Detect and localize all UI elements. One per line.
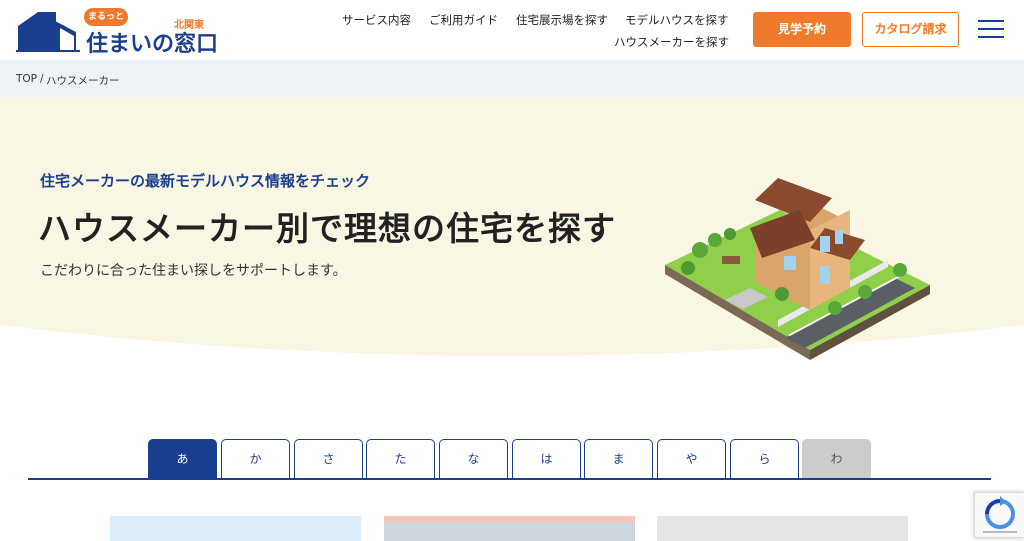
nav-guide[interactable]: ご利用ガイド	[429, 12, 498, 28]
tab-ta[interactable]: た	[366, 439, 435, 479]
tab-ya[interactable]: や	[657, 439, 726, 479]
catalog-request-button[interactable]: カタログ請求	[862, 12, 959, 47]
breadcrumb-home[interactable]: TOP	[16, 73, 37, 85]
nav-exhibition[interactable]: 住宅展示場を探す	[516, 12, 608, 28]
hero-subtitle: 住宅メーカーの最新モデルハウス情報をチェック	[40, 172, 371, 190]
maker-card[interactable]	[384, 516, 635, 541]
site-header: まるっと 北関東 住まいの窓口 サービス内容 ご利用ガイド 住宅展示場を探す モ…	[0, 0, 1024, 60]
tab-underline	[28, 478, 991, 480]
nav-model-house[interactable]: モデルハウスを探す	[625, 12, 729, 28]
breadcrumb-current: ハウスメーカー	[46, 75, 120, 87]
hamburger-menu-icon[interactable]	[978, 18, 1004, 40]
tab-a[interactable]: あ	[148, 439, 217, 479]
visit-reservation-button[interactable]: 見学予約	[753, 12, 851, 47]
logo-badge: まるっと	[84, 8, 128, 26]
tab-na[interactable]: な	[439, 439, 508, 479]
recaptcha-logo-icon	[983, 496, 1017, 533]
recaptcha-icon[interactable]	[974, 492, 1024, 538]
tab-ka[interactable]: か	[221, 439, 290, 479]
tab-ma[interactable]: ま	[584, 439, 653, 479]
maker-card[interactable]	[657, 516, 908, 541]
tab-ra[interactable]: ら	[730, 439, 799, 479]
breadcrumb-separator: /	[40, 73, 44, 85]
page-title: ハウスメーカー別で理想の住宅を探す	[38, 209, 616, 248]
nav-house-maker[interactable]: ハウスメーカーを探す	[614, 34, 729, 50]
global-nav: サービス内容 ご利用ガイド 住宅展示場を探す モデルハウスを探す ハウスメーカー…	[300, 0, 730, 60]
logo-name: 住まいの窓口	[86, 32, 219, 57]
breadcrumb: TOP / ハウスメーカー	[0, 60, 1024, 97]
house-logo-icon	[16, 12, 80, 52]
tab-wa: わ	[802, 439, 871, 479]
hero-description: こだわりに合った住まい探しをサポートします。	[40, 263, 347, 279]
maker-card[interactable]	[110, 516, 361, 541]
nav-service[interactable]: サービス内容	[342, 12, 411, 28]
site-logo[interactable]: まるっと 北関東 住まいの窓口	[16, 8, 218, 57]
tab-sa[interactable]: さ	[294, 439, 363, 479]
house-illustration	[665, 178, 930, 360]
tab-ha[interactable]: は	[512, 439, 581, 479]
